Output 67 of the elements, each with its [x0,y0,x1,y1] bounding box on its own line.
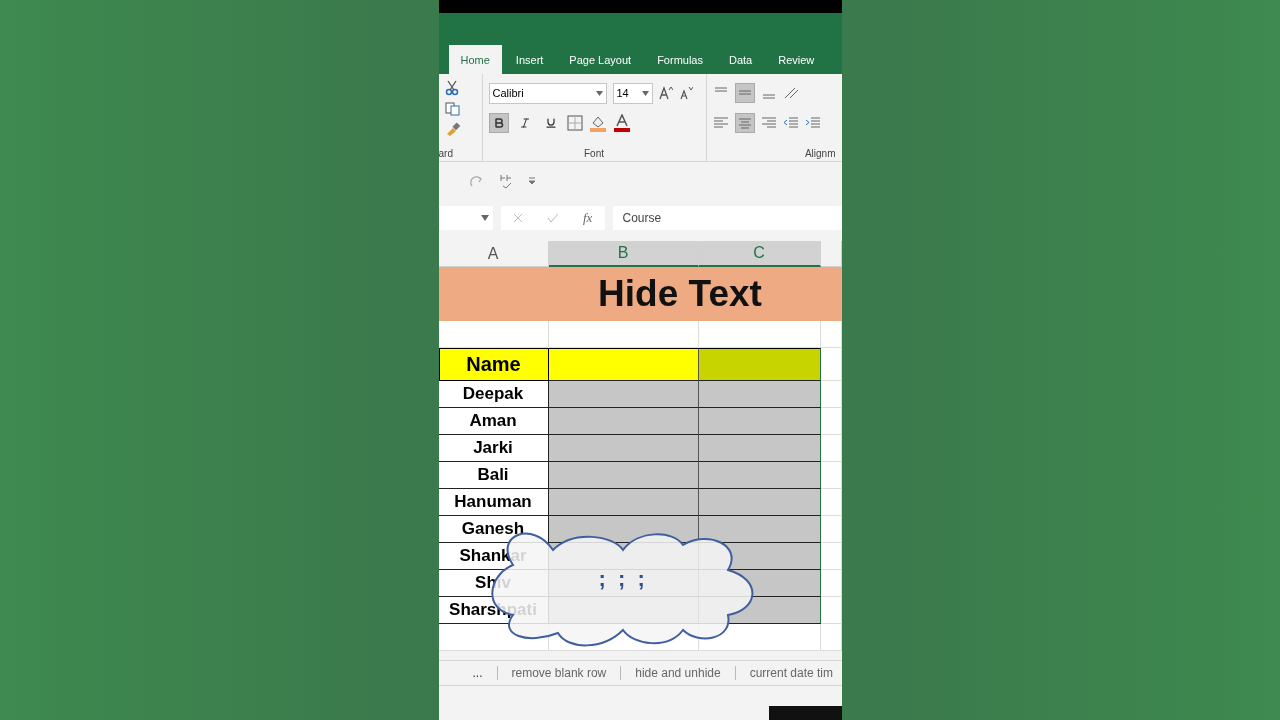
ribbon-tab[interactable]: Page Layout [557,45,644,74]
dropdown-icon[interactable] [480,215,489,221]
table-cell [820,516,842,543]
table-cell: Hanuman [438,489,549,516]
align-middle-icon [737,88,752,98]
formula-field[interactable]: Course [612,206,842,230]
sheet-tab[interactable]: current date tim [734,666,842,680]
bold-icon [492,117,505,129]
table-cell [820,597,842,624]
column-header[interactable]: B [548,241,699,267]
align-middle-button[interactable] [734,83,755,103]
align-left-icon[interactable] [712,116,729,130]
insert-function-button[interactable]: fx [583,210,593,226]
table-cell [820,570,842,597]
table-cell [820,543,842,570]
align-center-icon [737,117,752,129]
column-header[interactable]: A [438,241,549,267]
ribbon-tab[interactable]: Data [717,45,765,74]
orientation-icon[interactable] [782,86,801,100]
font-size-field[interactable]: 14 [612,82,653,104]
align-right-icon[interactable] [760,116,777,130]
group-label: Font [583,148,605,161]
group-label: ard [438,148,454,161]
dropdown-icon[interactable] [641,90,649,96]
border-icon[interactable] [566,115,583,131]
group-label: Alignm [803,148,836,161]
underline-icon [544,117,557,129]
table-cell [820,321,842,348]
copy-icon[interactable] [444,102,461,116]
table-cell: Deepak [438,381,549,408]
shrink-font-icon[interactable] [678,86,693,100]
callout-text: ; ; ; [598,566,645,592]
ribbon-tab[interactable]: Formulas [645,45,715,74]
dropdown-icon[interactable] [595,90,603,96]
sheet-tab[interactable]: ... [458,666,497,680]
bold-button[interactable] [488,113,509,133]
ribbon-tab[interactable]: Insert [503,45,556,74]
cancel-icon[interactable] [512,213,523,223]
sheet-title: Hide Text [438,267,842,321]
fill-color-icon[interactable] [588,114,607,132]
scissors-icon[interactable] [444,80,459,96]
spelling-icon[interactable] [498,173,513,189]
sheet-tab[interactable]: hide and unhide [620,666,735,680]
table-cell [820,624,842,651]
table-cell: Bali [438,462,549,489]
table-cell: Jarki [438,435,549,462]
increase-indent-icon[interactable] [804,116,821,130]
sheet-tab[interactable]: remove blank row [496,666,621,680]
align-center-button[interactable] [734,113,755,133]
grow-font-icon[interactable] [658,86,673,100]
table-header: Name [438,348,549,381]
font-name-field[interactable]: Calibri [488,82,607,104]
customize-icon[interactable] [526,176,537,186]
table-cell [820,489,842,516]
decrease-indent-icon[interactable] [782,116,799,130]
italic-icon [518,117,531,129]
table-cell [820,348,842,381]
table-cell [820,435,842,462]
ribbon-tab[interactable]: Home [448,45,502,74]
font-color-icon[interactable] [612,114,631,132]
ribbon-tab[interactable]: Review [766,45,827,74]
table-cell [820,408,842,435]
table-cell [820,381,842,408]
table-cell [820,462,842,489]
table-cell: Aman [438,408,549,435]
name-box[interactable] [438,206,493,230]
column-header[interactable]: C [698,241,821,267]
